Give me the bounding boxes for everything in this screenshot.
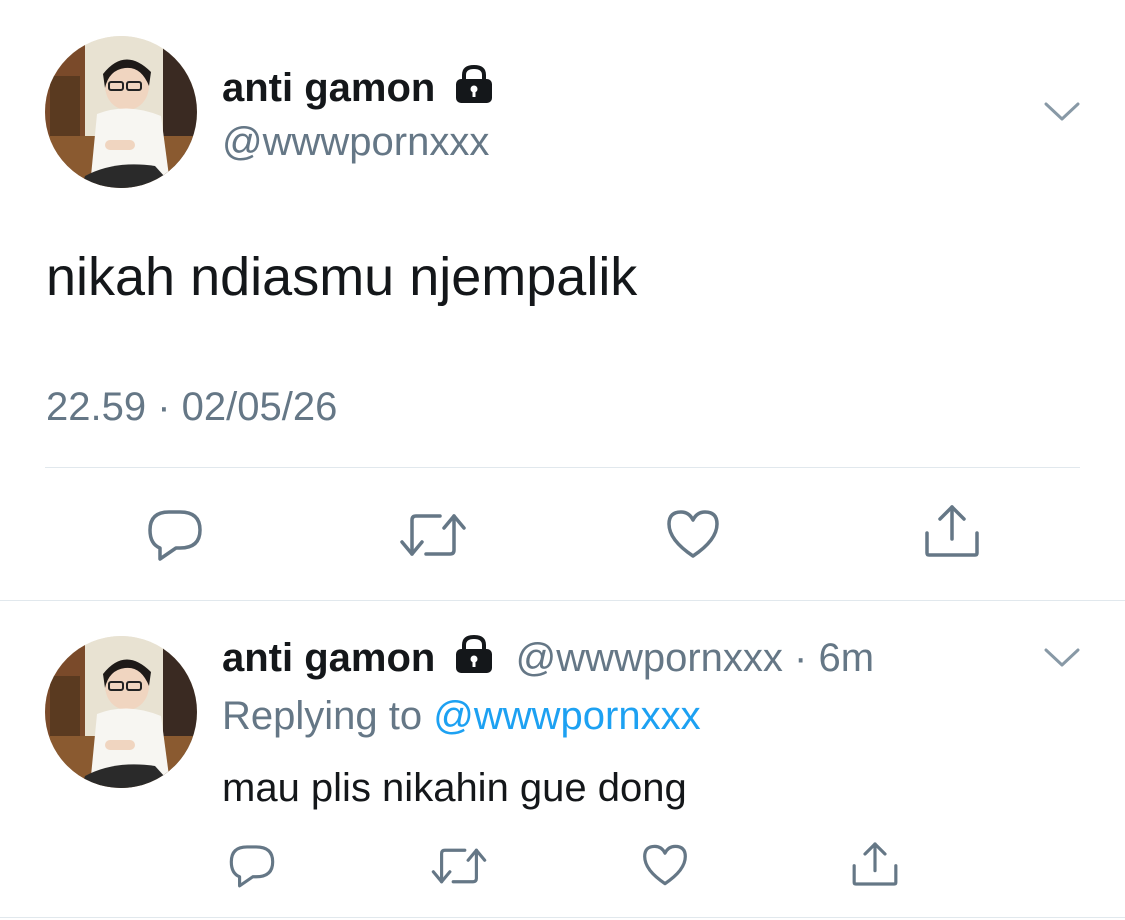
retweet-icon[interactable] xyxy=(430,845,488,887)
avatar[interactable] xyxy=(45,36,197,188)
replying-to-label: Replying to xyxy=(222,694,423,738)
display-name[interactable]: anti gamon xyxy=(222,636,435,680)
tweet-text: nikah ndiasmu njempalik xyxy=(46,247,638,307)
section-divider xyxy=(0,600,1125,601)
separator: · xyxy=(794,636,808,680)
lock-icon xyxy=(452,64,496,116)
replying-to: Replying to @wwwpornxxx xyxy=(222,692,701,740)
like-icon[interactable] xyxy=(665,508,721,560)
retweet-icon[interactable] xyxy=(398,510,468,560)
display-name[interactable]: anti gamon xyxy=(222,64,496,116)
avatar-photo xyxy=(45,36,197,188)
reply-icon[interactable] xyxy=(228,843,276,889)
reply-icon[interactable] xyxy=(146,508,204,562)
lock-icon xyxy=(452,634,496,686)
display-name-text[interactable]: anti gamon xyxy=(222,66,435,110)
handle[interactable]: @wwwpornxxx xyxy=(222,118,489,166)
chevron-down-icon[interactable] xyxy=(1044,100,1080,124)
divider xyxy=(45,467,1080,468)
reply-header: anti gamon @wwwpornxxx · 6m xyxy=(222,634,874,686)
share-icon[interactable] xyxy=(922,503,982,559)
avatar-photo xyxy=(45,636,197,788)
chevron-down-icon[interactable] xyxy=(1044,646,1080,670)
timestamp[interactable]: 22.59 · 02/05/26 xyxy=(46,383,337,431)
replying-to-handle[interactable]: @wwwpornxxx xyxy=(433,694,700,738)
like-icon[interactable] xyxy=(641,843,689,887)
time-ago[interactable]: 6m xyxy=(819,636,875,680)
handle[interactable]: @wwwpornxxx xyxy=(516,636,783,680)
avatar[interactable] xyxy=(45,636,197,788)
bottom-divider xyxy=(0,917,1125,918)
reply-text: mau plis nikahin gue dong xyxy=(222,766,687,810)
share-icon[interactable] xyxy=(850,840,900,888)
